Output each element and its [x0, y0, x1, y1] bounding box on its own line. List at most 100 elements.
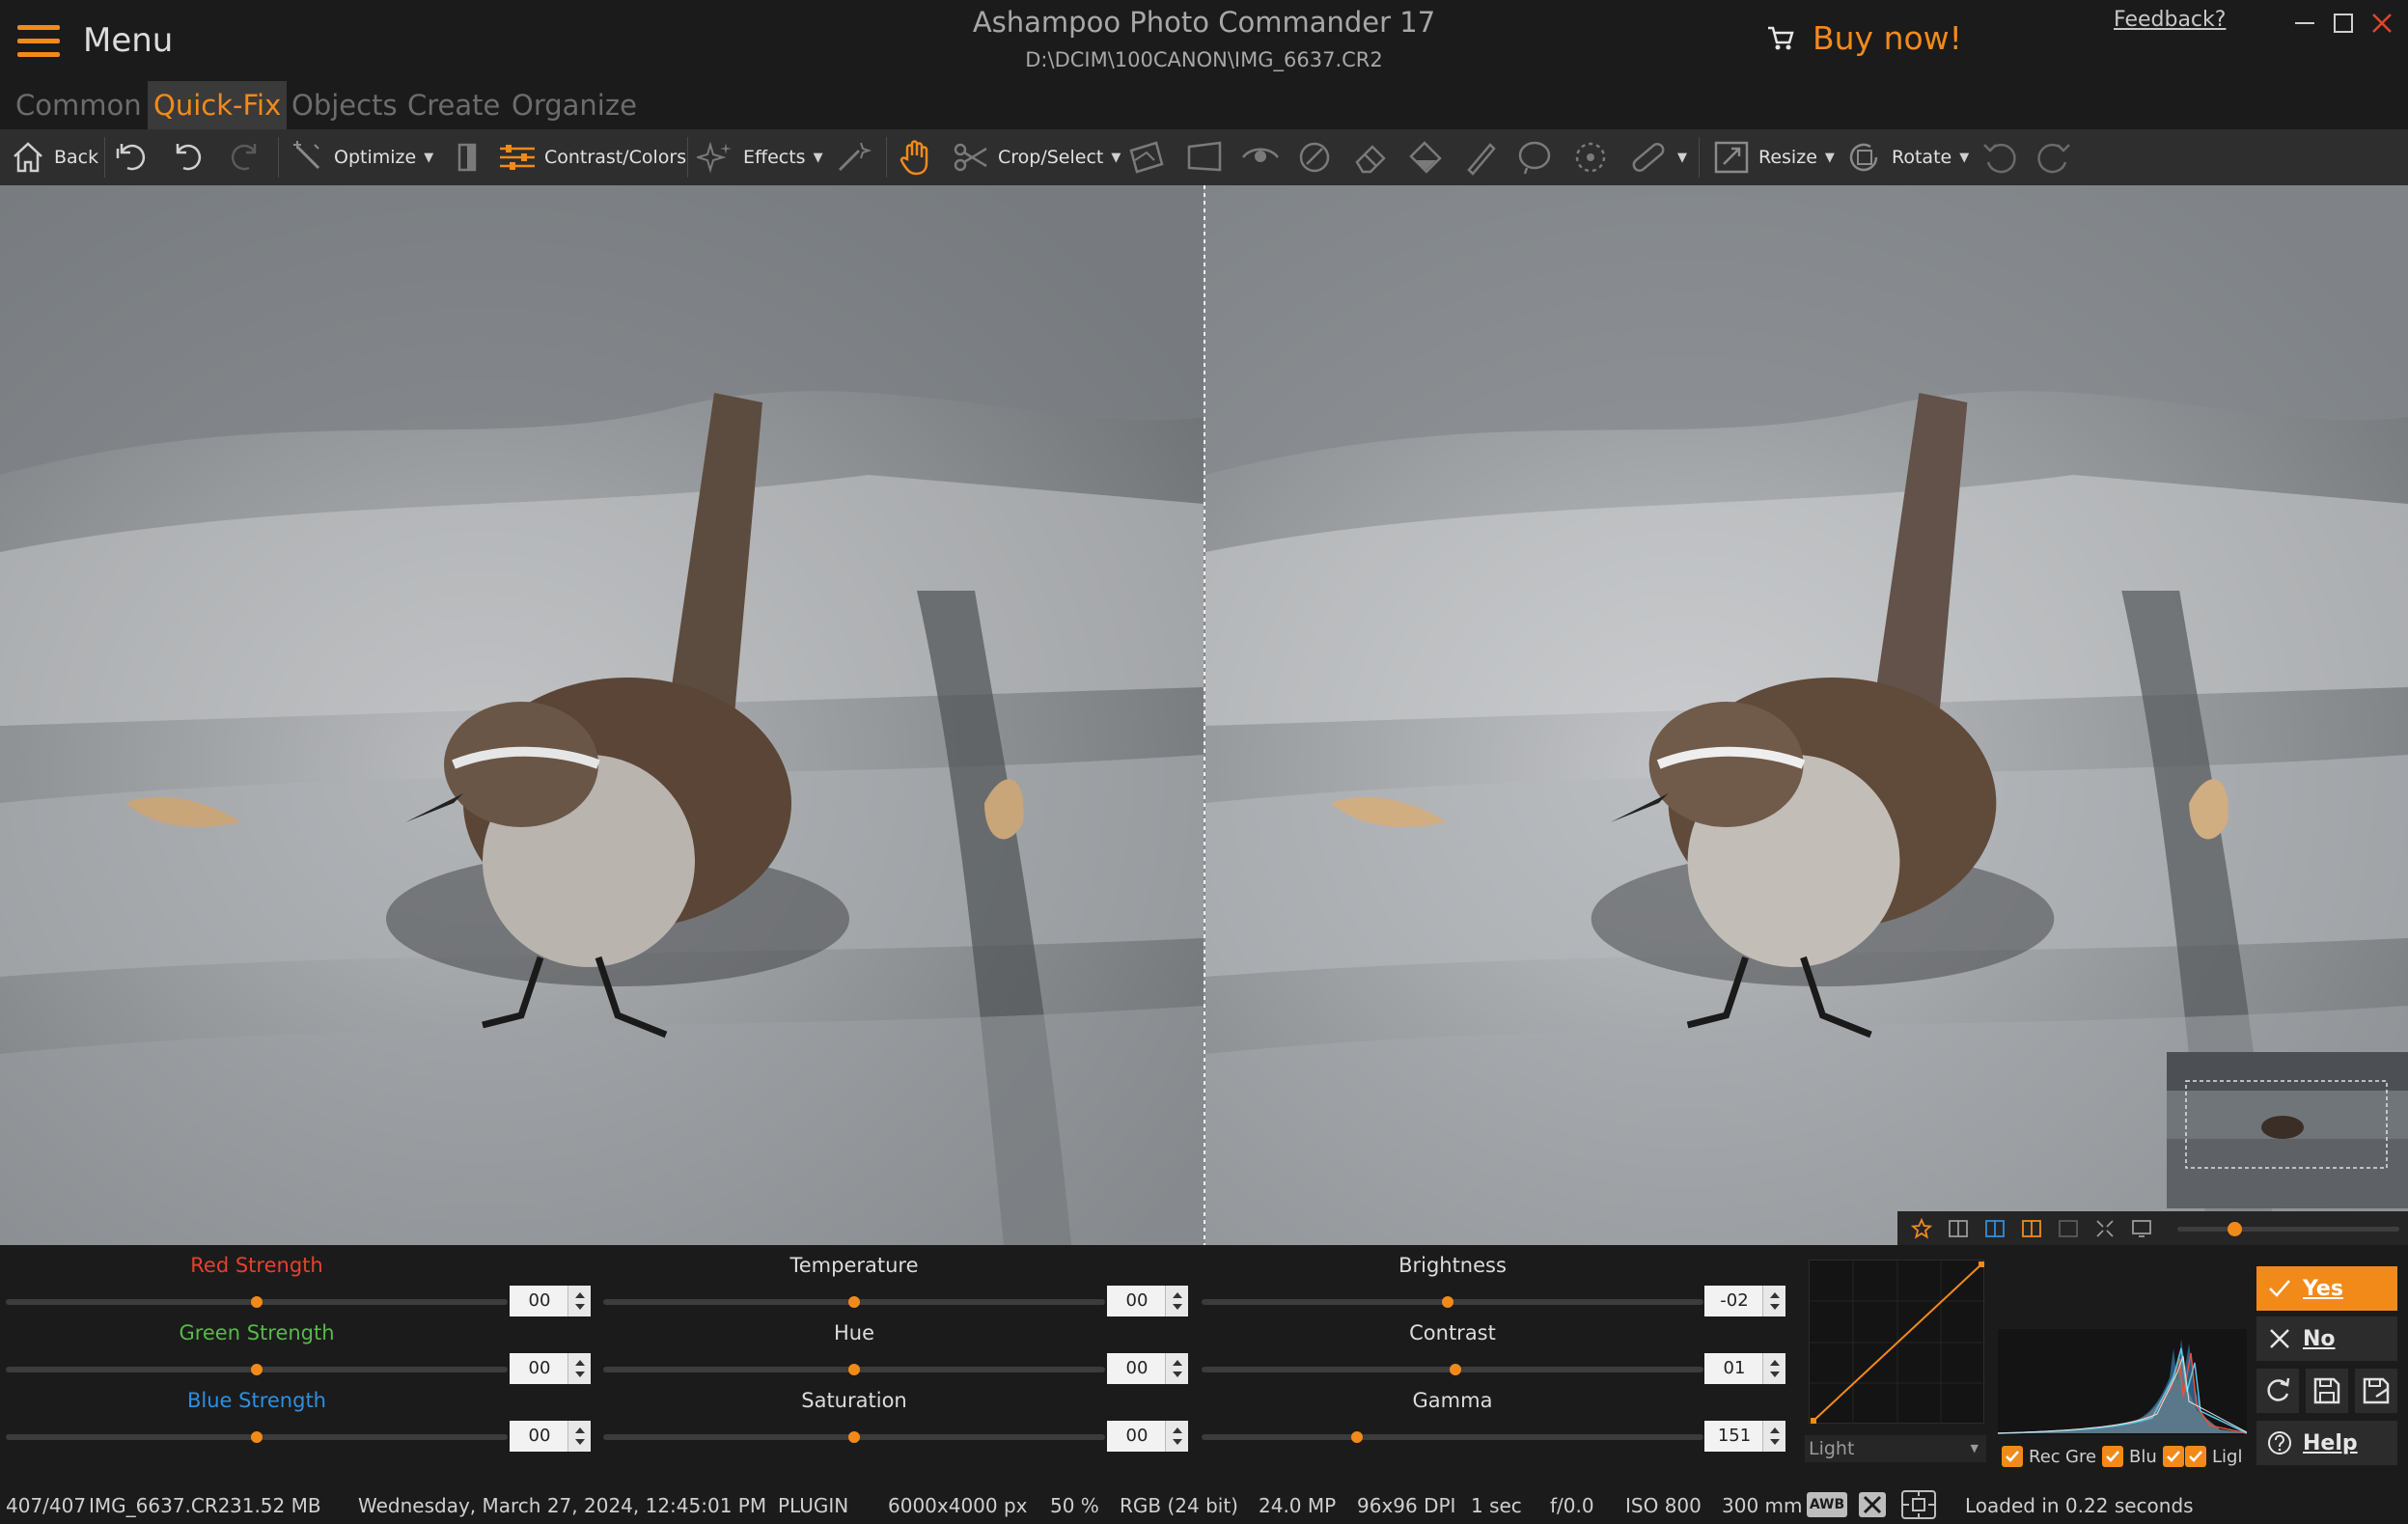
hue-spinner[interactable]: [1165, 1353, 1188, 1384]
smart-fill-button[interactable]: [1515, 135, 1554, 180]
eraser-button[interactable]: [1351, 135, 1390, 180]
hue-slider[interactable]: [603, 1364, 1105, 1375]
clone-button[interactable]: [1295, 135, 1334, 180]
tab-organize[interactable]: Organize: [506, 81, 643, 129]
blue-strength-spinner[interactable]: [567, 1421, 591, 1452]
perspective-button[interactable]: [1185, 135, 1224, 180]
brightness-slider[interactable]: [1202, 1296, 1703, 1308]
temperature-slider[interactable]: [603, 1296, 1105, 1308]
slider-knob[interactable]: [251, 1431, 263, 1443]
maximize-icon[interactable]: [2326, 6, 2361, 41]
histogram-red-check[interactable]: Rec: [2002, 1446, 2061, 1467]
red-strength-slider[interactable]: [6, 1296, 508, 1308]
gamma-spinner[interactable]: [1762, 1421, 1785, 1452]
slider-knob[interactable]: [1351, 1431, 1364, 1443]
hue-input[interactable]: 00: [1107, 1353, 1167, 1384]
fill-button[interactable]: [1407, 135, 1446, 180]
red-strength-spinner[interactable]: [567, 1286, 591, 1316]
reset-button[interactable]: [2256, 1369, 2299, 1413]
split-view-icon[interactable]: [1984, 1218, 2006, 1239]
brush-button[interactable]: [1461, 135, 1500, 180]
buy-now-button[interactable]: Buy now!: [1766, 19, 1962, 57]
clone-stamp-icon: [1299, 142, 1330, 173]
image-viewer[interactable]: [0, 185, 2408, 1245]
contrast-slider[interactable]: [1202, 1364, 1703, 1375]
rotate-button[interactable]: Rotate ▼: [1845, 135, 1969, 180]
rotate-right-icon: [2037, 143, 2070, 174]
zoom-slider-knob[interactable]: [2228, 1222, 2242, 1236]
blue-strength-input[interactable]: 00: [510, 1421, 569, 1452]
blur-button[interactable]: [1571, 135, 1610, 180]
crop-select-button[interactable]: Crop/Select ▼: [952, 135, 1121, 180]
star-icon[interactable]: [1911, 1218, 1932, 1239]
saturation-slider[interactable]: [603, 1431, 1105, 1443]
brightness-spinner[interactable]: [1762, 1286, 1785, 1316]
undo-all-button[interactable]: [114, 135, 156, 180]
slider-knob[interactable]: [1441, 1296, 1453, 1308]
slider-knob[interactable]: [1449, 1364, 1461, 1375]
tab-create[interactable]: Create: [401, 81, 506, 129]
slider-knob[interactable]: [251, 1296, 263, 1308]
navigator-panel[interactable]: [2167, 1052, 2408, 1208]
bandage-button[interactable]: ▼: [1627, 135, 1687, 180]
redo-button[interactable]: [224, 135, 263, 180]
levels-button[interactable]: [450, 135, 484, 180]
temperature-input[interactable]: 00: [1107, 1286, 1167, 1316]
slider-knob[interactable]: [848, 1431, 860, 1443]
undo-button[interactable]: [170, 135, 208, 180]
green-strength-slider[interactable]: [6, 1364, 508, 1375]
contrast-spinner[interactable]: [1762, 1353, 1785, 1384]
red-strength-input[interactable]: 00: [510, 1286, 569, 1316]
gamma-input[interactable]: 151: [1704, 1421, 1764, 1452]
original-image[interactable]: [0, 185, 1204, 1245]
save-button[interactable]: [2306, 1369, 2348, 1413]
temperature-spinner[interactable]: [1165, 1286, 1188, 1316]
optimize-button[interactable]: Optimize ▼: [290, 135, 433, 180]
undo-all-icon: [116, 144, 146, 171]
pan-tool-button[interactable]: [898, 135, 936, 180]
contrast-colors-button[interactable]: Contrast/Colors: [498, 135, 686, 180]
curve-channel-select[interactable]: Light ▼: [1805, 1435, 1986, 1462]
brightness-input[interactable]: -02: [1704, 1286, 1764, 1316]
tab-common[interactable]: Common: [10, 81, 148, 129]
minimize-icon[interactable]: [2287, 6, 2322, 41]
histogram-blue-check[interactable]: Blu: [2129, 1446, 2184, 1467]
back-button[interactable]: Back: [10, 135, 98, 180]
zoom-slider[interactable]: [2177, 1222, 2399, 1236]
slider-knob[interactable]: [251, 1364, 263, 1375]
special-effects-button[interactable]: [834, 135, 872, 180]
original-view-icon[interactable]: [2058, 1218, 2079, 1239]
resize-button[interactable]: Resize ▼: [1712, 135, 1835, 180]
fit-window-icon[interactable]: [2094, 1218, 2116, 1239]
tab-objects[interactable]: Objects: [286, 81, 403, 129]
no-button[interactable]: No: [2256, 1316, 2397, 1361]
compare-icon[interactable]: [1948, 1218, 1969, 1239]
slider-knob[interactable]: [848, 1364, 860, 1375]
rotate-right-button[interactable]: [2034, 135, 2073, 180]
yes-button[interactable]: Yes: [2256, 1266, 2397, 1311]
slider-knob[interactable]: [848, 1296, 860, 1308]
gamma-slider[interactable]: [1202, 1431, 1703, 1443]
feedback-link[interactable]: Feedback?: [2114, 8, 2226, 32]
straighten-button[interactable]: [1127, 135, 1166, 180]
close-icon[interactable]: [2365, 6, 2399, 41]
tab-quick-fix[interactable]: Quick-Fix: [148, 81, 288, 129]
no-label: No: [2303, 1326, 2336, 1351]
rotate-left-button[interactable]: [1980, 135, 2019, 180]
fullscreen-icon[interactable]: [2131, 1218, 2152, 1239]
side-by-side-icon[interactable]: [2021, 1218, 2042, 1239]
checkmark-icon: [2269, 1280, 2290, 1297]
saturation-spinner[interactable]: [1165, 1421, 1188, 1452]
tone-curve[interactable]: [1809, 1260, 1985, 1425]
red-eye-button[interactable]: [1241, 135, 1280, 180]
blue-strength-slider[interactable]: [6, 1431, 508, 1443]
green-strength-input[interactable]: 00: [510, 1353, 569, 1384]
saturation-input[interactable]: 00: [1107, 1421, 1167, 1452]
help-button[interactable]: Help: [2256, 1421, 2397, 1465]
histogram-light-check[interactable]: Ligl: [2185, 1446, 2242, 1467]
effects-button[interactable]: Effects ▼: [697, 135, 823, 180]
histogram-green-check[interactable]: Gre: [2065, 1446, 2124, 1467]
save-as-button[interactable]: [2355, 1369, 2397, 1413]
contrast-input[interactable]: 01: [1704, 1353, 1764, 1384]
green-strength-spinner[interactable]: [567, 1353, 591, 1384]
